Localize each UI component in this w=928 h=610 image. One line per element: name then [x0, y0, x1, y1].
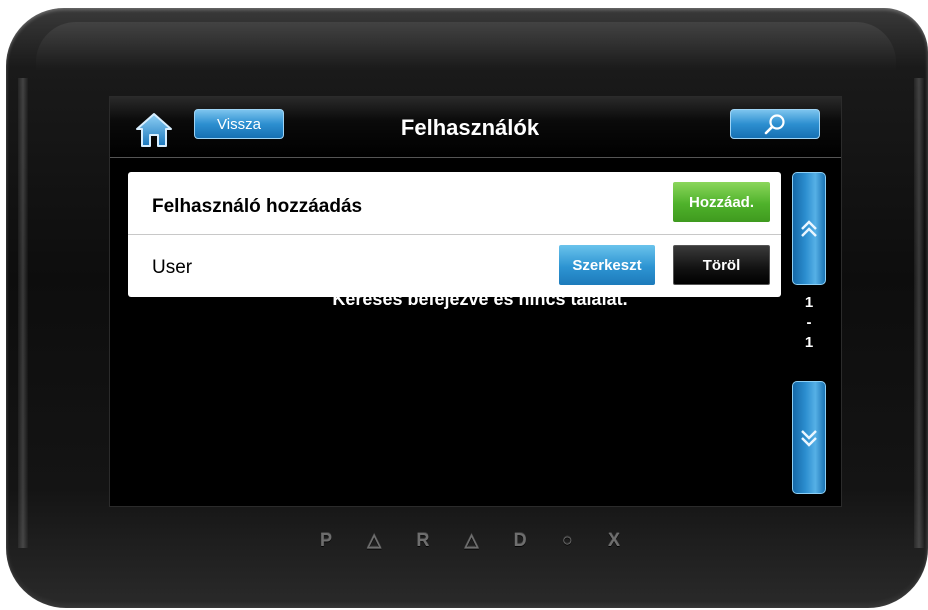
chevron-up-icon — [801, 219, 817, 237]
scroll-down-button[interactable] — [792, 381, 826, 494]
user-name-label: User — [152, 257, 193, 278]
scroll-up-button[interactable] — [792, 172, 826, 285]
brand-letter: P — [320, 529, 333, 550]
edit-user-button[interactable]: Szerkeszt — [559, 245, 655, 285]
brand-letter: X — [607, 529, 620, 550]
header-bar: Vissza Felhasználók — [110, 97, 841, 158]
brand-logo: P △ R △ D ○ X — [320, 528, 620, 552]
home-icon — [136, 113, 172, 147]
delete-user-button[interactable]: Töröl — [673, 245, 770, 285]
list-item: User Szerkeszt Töröl — [128, 235, 781, 297]
add-user-button[interactable]: Hozzáad. — [673, 182, 770, 222]
home-button[interactable] — [134, 111, 174, 149]
add-user-row: Felhasználó hozzáadás Hozzáad. — [128, 172, 781, 235]
brand-letter: ○ — [561, 529, 573, 550]
back-button[interactable]: Vissza — [194, 109, 284, 139]
add-user-label: Felhasználó hozzáadás — [152, 196, 363, 217]
bezel-edge-right — [914, 78, 924, 548]
page-separator: - — [806, 314, 812, 331]
brand-letter: △ — [464, 529, 479, 550]
search-icon — [764, 114, 785, 135]
chevron-down-icon — [801, 429, 817, 447]
bezel-edge-left — [18, 78, 28, 548]
page-title: Felhasználók — [400, 115, 540, 140]
user-list-panel: Felhasználó hozzáadás Hozzáad. User Szer… — [128, 172, 781, 297]
brand-letter: △ — [367, 529, 382, 550]
page-current: 1 — [804, 294, 814, 311]
brand-letter: D — [513, 529, 527, 550]
bezel-highlight — [36, 22, 896, 72]
page-indicator: 1 - 1 — [792, 293, 826, 353]
touch-screen: Vissza Felhasználók Keresés befejezve és… — [109, 96, 842, 507]
brand-letter: R — [416, 529, 430, 550]
search-button[interactable] — [730, 109, 820, 139]
page-total: 1 — [804, 334, 814, 351]
